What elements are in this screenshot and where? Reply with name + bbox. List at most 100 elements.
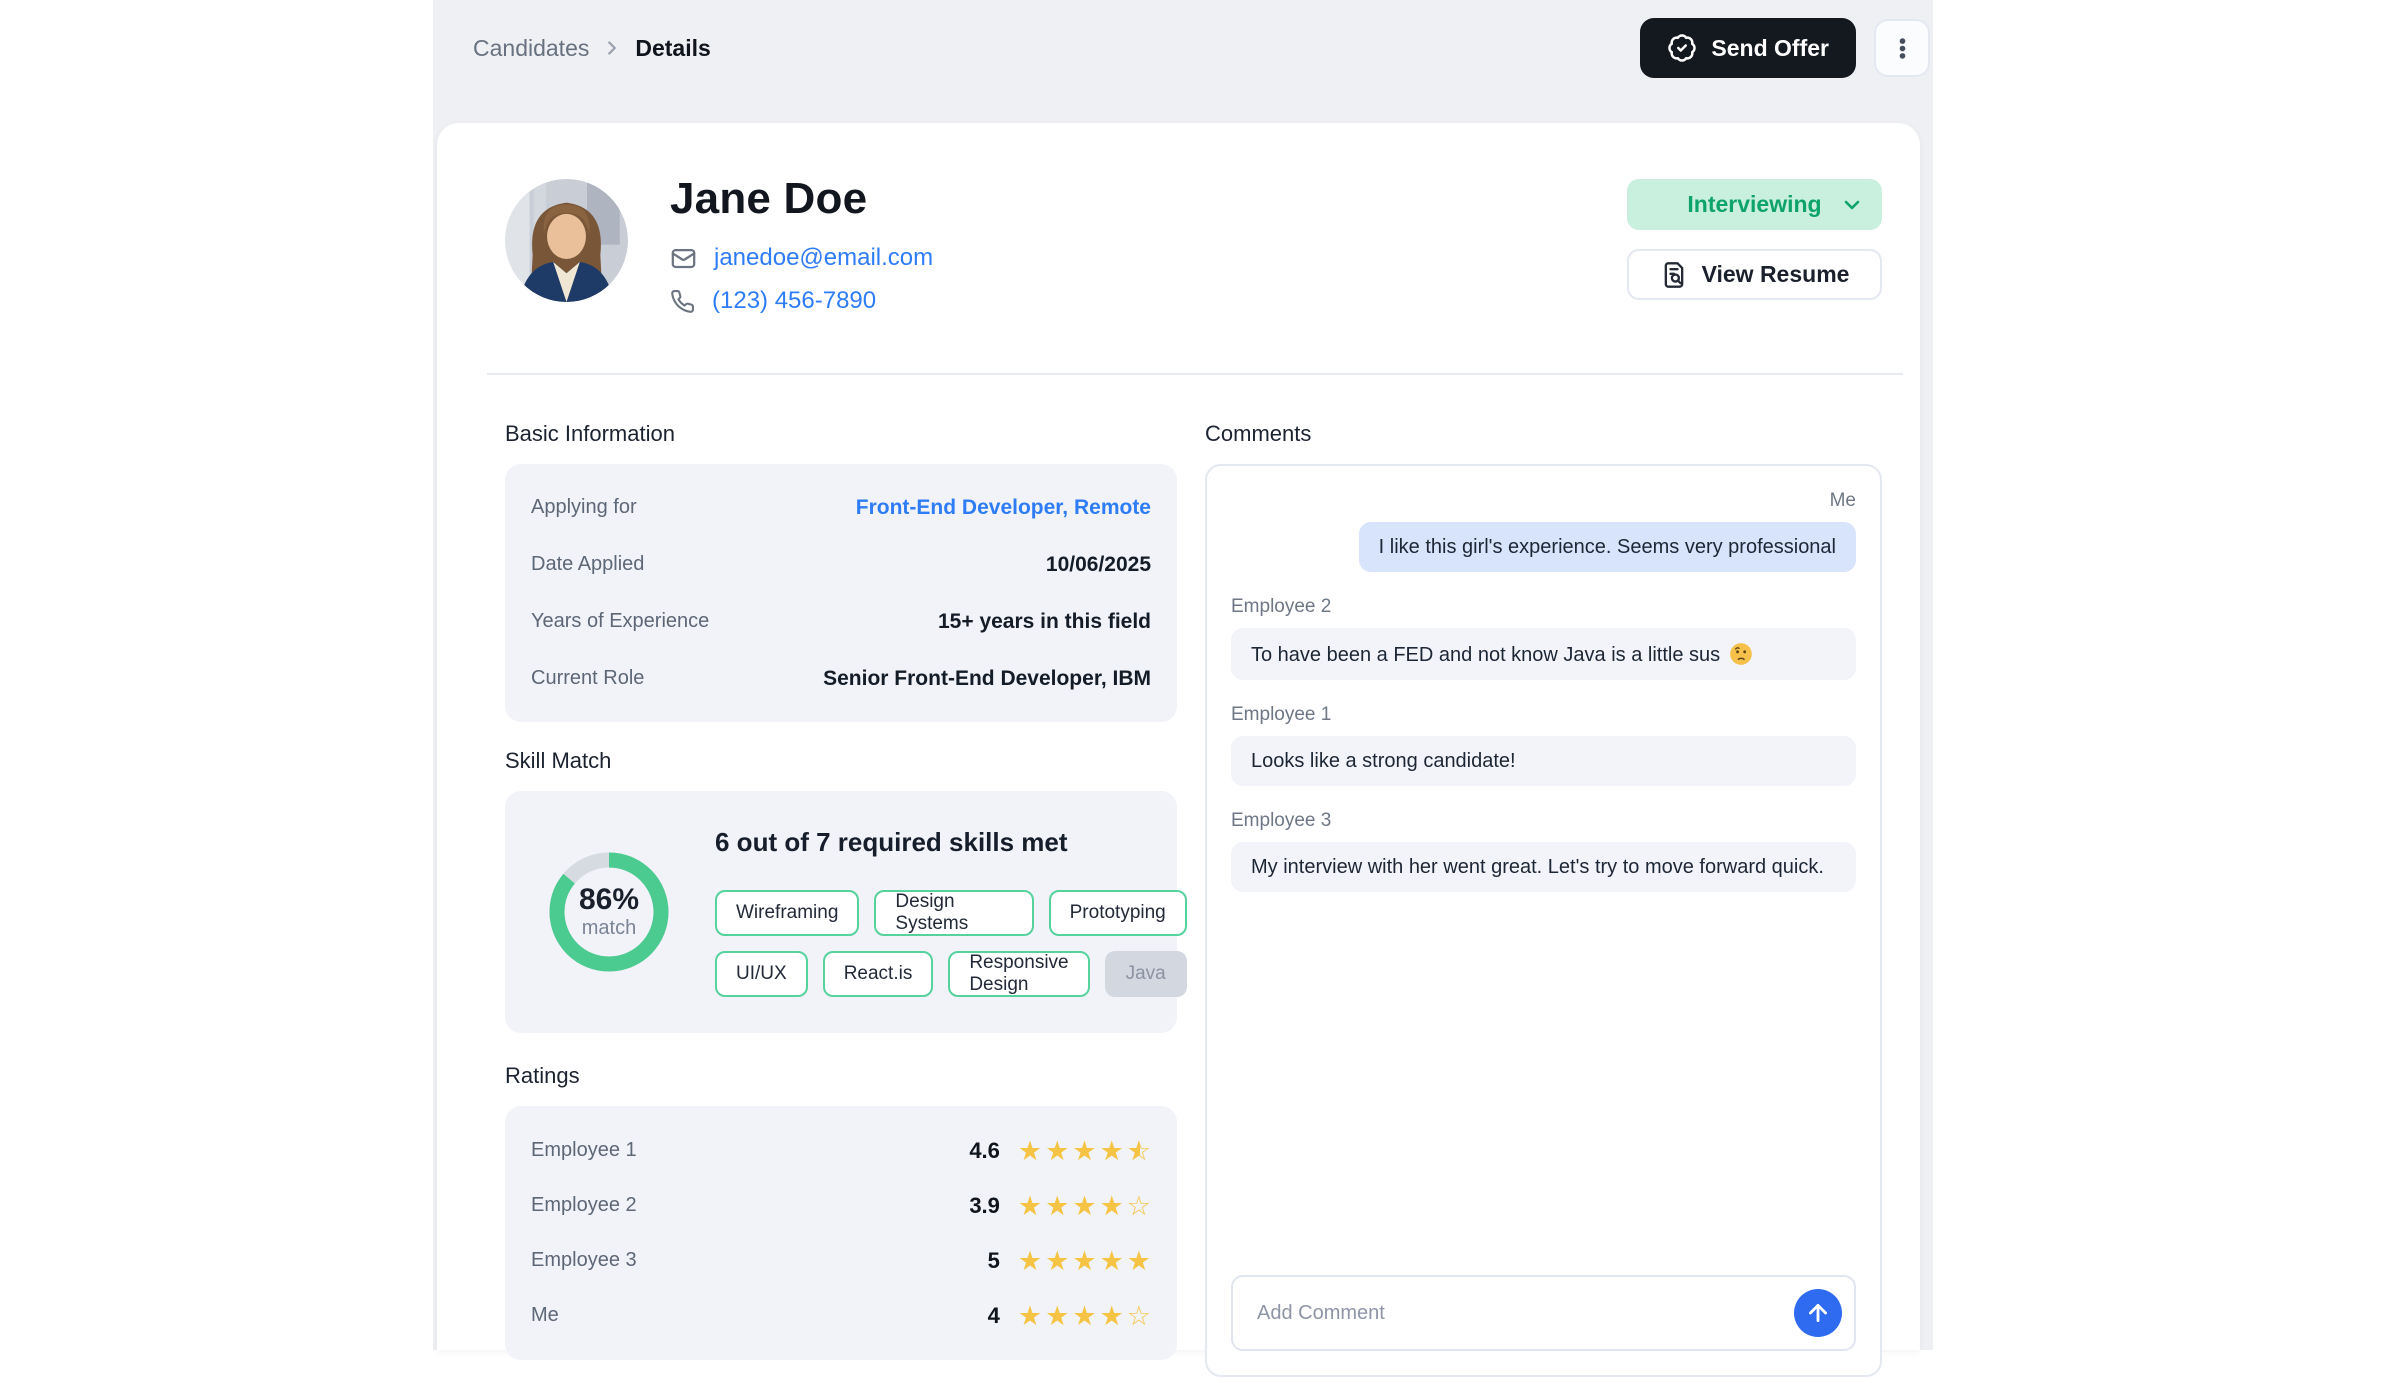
phone-link[interactable]: (123) 456-7890 [712,287,876,315]
send-offer-label: Send Offer [1711,35,1829,62]
comment-message: Employee 3 My interview with her went gre… [1231,810,1856,892]
applying-for-link[interactable]: Front-End Developer, Remote [856,496,1151,520]
star-full-icon: ★ [1072,1136,1096,1166]
comment-message: MeI like this girl's experience. Seems v… [1231,490,1856,572]
chevron-right-icon [601,37,623,59]
star-half-fill: ★ [1127,1136,1140,1166]
status-label: Interviewing [1687,191,1821,218]
send-offer-button[interactable]: Send Offer [1640,18,1856,78]
skill-chip-wireframing: Wireframing [715,890,859,936]
info-value: 15+ years in this field [938,610,1151,634]
email-link[interactable]: janedoe@email.com [714,244,933,272]
candidate-avatar [505,179,628,302]
rating-row: Employee 2 3.9 ★★★★☆ [531,1178,1151,1233]
topbar-actions: Send Offer [1640,18,1930,78]
rating-value-group: 4.6 ★★★★☆★ [969,1136,1151,1166]
basic-information-title: Basic Information [505,421,1177,447]
comment-bubble: Looks like a strong candidate! [1231,736,1856,786]
top-bar: Candidates Details Send Offer [433,0,1933,123]
rating-value-group: 3.9 ★★★★☆ [969,1191,1151,1221]
comments-title: Comments [1205,421,1882,447]
phone-icon [670,289,695,314]
info-label: Current Role [531,667,644,690]
send-comment-button[interactable] [1794,1289,1842,1337]
star-rating: ★★★★☆ [1018,1191,1151,1221]
add-comment-input[interactable] [1231,1275,1856,1351]
star-full-icon: ★ [1018,1191,1042,1221]
comments-list: MeI like this girl's experience. Seems v… [1231,490,1856,916]
rating-value: 4.6 [969,1138,1000,1164]
phone-row: (123) 456-7890 [670,286,933,316]
info-label: Years of Experience [531,610,709,633]
right-column: Comments MeI like this girl's experience… [1205,421,1882,1377]
star-full-icon: ★ [1045,1301,1069,1331]
profile-actions: Interviewing View Resume [1627,179,1882,329]
rating-row: Employee 1 4.6 ★★★★☆★ [531,1123,1151,1178]
star-full-icon: ★ [1100,1136,1124,1166]
view-resume-label: View Resume [1702,261,1850,288]
breadcrumb: Candidates Details [473,18,711,78]
details-content: Basic Information Applying for Front-End … [437,375,1920,1377]
identity-block: Jane Doe janedoe@email.com (123) 456-789… [670,173,933,329]
star-full-icon: ★ [1127,1246,1151,1276]
star-full-icon: ★ [1045,1246,1069,1276]
skill-match-card: 86% match 6 out of 7 required skills met… [505,791,1177,1033]
comment-bubble: I like this girl's experience. Seems ver… [1359,522,1856,572]
star-full-icon: ★ [1045,1136,1069,1166]
star-rating: ★★★★☆ [1018,1301,1151,1331]
info-label: Applying for [531,496,637,519]
star-full-icon: ★ [1072,1191,1096,1221]
breadcrumb-current-page: Details [635,35,710,62]
skill-match-donut: 86% match [549,852,669,972]
star-full-icon: ★ [1018,1136,1042,1166]
rating-label: Employee 2 [531,1194,637,1217]
star-empty-icon: ☆ [1127,1191,1151,1221]
breadcrumb-candidates-link[interactable]: Candidates [473,35,589,62]
match-percent: 86% [579,884,639,916]
star-full-icon: ★ [1072,1246,1096,1276]
candidate-details-card: Jane Doe janedoe@email.com (123) 456-789… [437,123,1920,1350]
skill-chip-java: Java [1105,951,1187,997]
star-full-icon: ★ [1072,1301,1096,1331]
candidate-name: Jane Doe [670,173,933,225]
star-full-icon: ★ [1100,1301,1124,1331]
rating-value-group: 4★★★★☆ [988,1301,1151,1331]
info-value: 10/06/2025 [1046,553,1151,577]
star-full-icon: ★ [1100,1191,1124,1221]
chevron-down-icon [1840,193,1864,217]
comments-card: MeI like this girl's experience. Seems v… [1205,464,1882,1377]
comment-author: Employee 3 [1231,810,1856,832]
star-full-icon: ★ [1018,1246,1042,1276]
comment-message: Employee 1Looks like a strong candidate! [1231,704,1856,786]
email-row: janedoe@email.com [670,243,933,273]
info-row: Years of Experience 15+ years in this fie… [531,593,1151,650]
comment-message: Employee 2To have been a FED and not kno… [1231,596,1856,680]
view-resume-button[interactable]: View Resume [1627,249,1882,300]
skill-chip-row: UI/UXReact.isResponsive DesignJava [715,951,1187,997]
rating-value: 3.9 [969,1193,1000,1219]
more-options-button[interactable] [1874,19,1930,77]
skill-chip-prototyping: Prototyping [1049,890,1187,936]
profile-header: Jane Doe janedoe@email.com (123) 456-789… [437,123,1920,329]
skill-chips: WireframingDesign SystemsPrototyping UI/U… [715,890,1187,997]
star-rating: ★★★★★ [1018,1246,1151,1276]
app-content-column: Candidates Details Send Offer [433,0,1933,1350]
skill-list-area: 6 out of 7 required skills met Wireframi… [715,827,1187,997]
ratings-title: Ratings [505,1063,1177,1089]
rating-value: 5 [988,1248,1000,1274]
rating-label: Employee 3 [531,1249,637,1272]
info-row: Current RoleSenior Front-End Developer, … [531,650,1151,707]
rating-row: Me4★★★★☆ [531,1288,1151,1343]
donut-center-label: 86% match [549,852,669,972]
star-full-icon: ★ [1018,1301,1042,1331]
rating-label: Employee 1 [531,1139,637,1162]
skill-chip-row: WireframingDesign SystemsPrototyping [715,890,1187,936]
mail-icon [670,245,697,272]
info-row: Applying for Front-End Developer, Remote [531,479,1151,536]
star-rating: ★★★★☆★ [1018,1136,1151,1166]
comment-bubble: My interview with her went great. Let's … [1231,842,1856,892]
info-label: Date Applied [531,553,644,576]
status-dropdown[interactable]: Interviewing [1627,179,1882,230]
thinking-face-emoji [1728,641,1754,667]
left-column: Basic Information Applying for Front-End … [505,421,1177,1377]
